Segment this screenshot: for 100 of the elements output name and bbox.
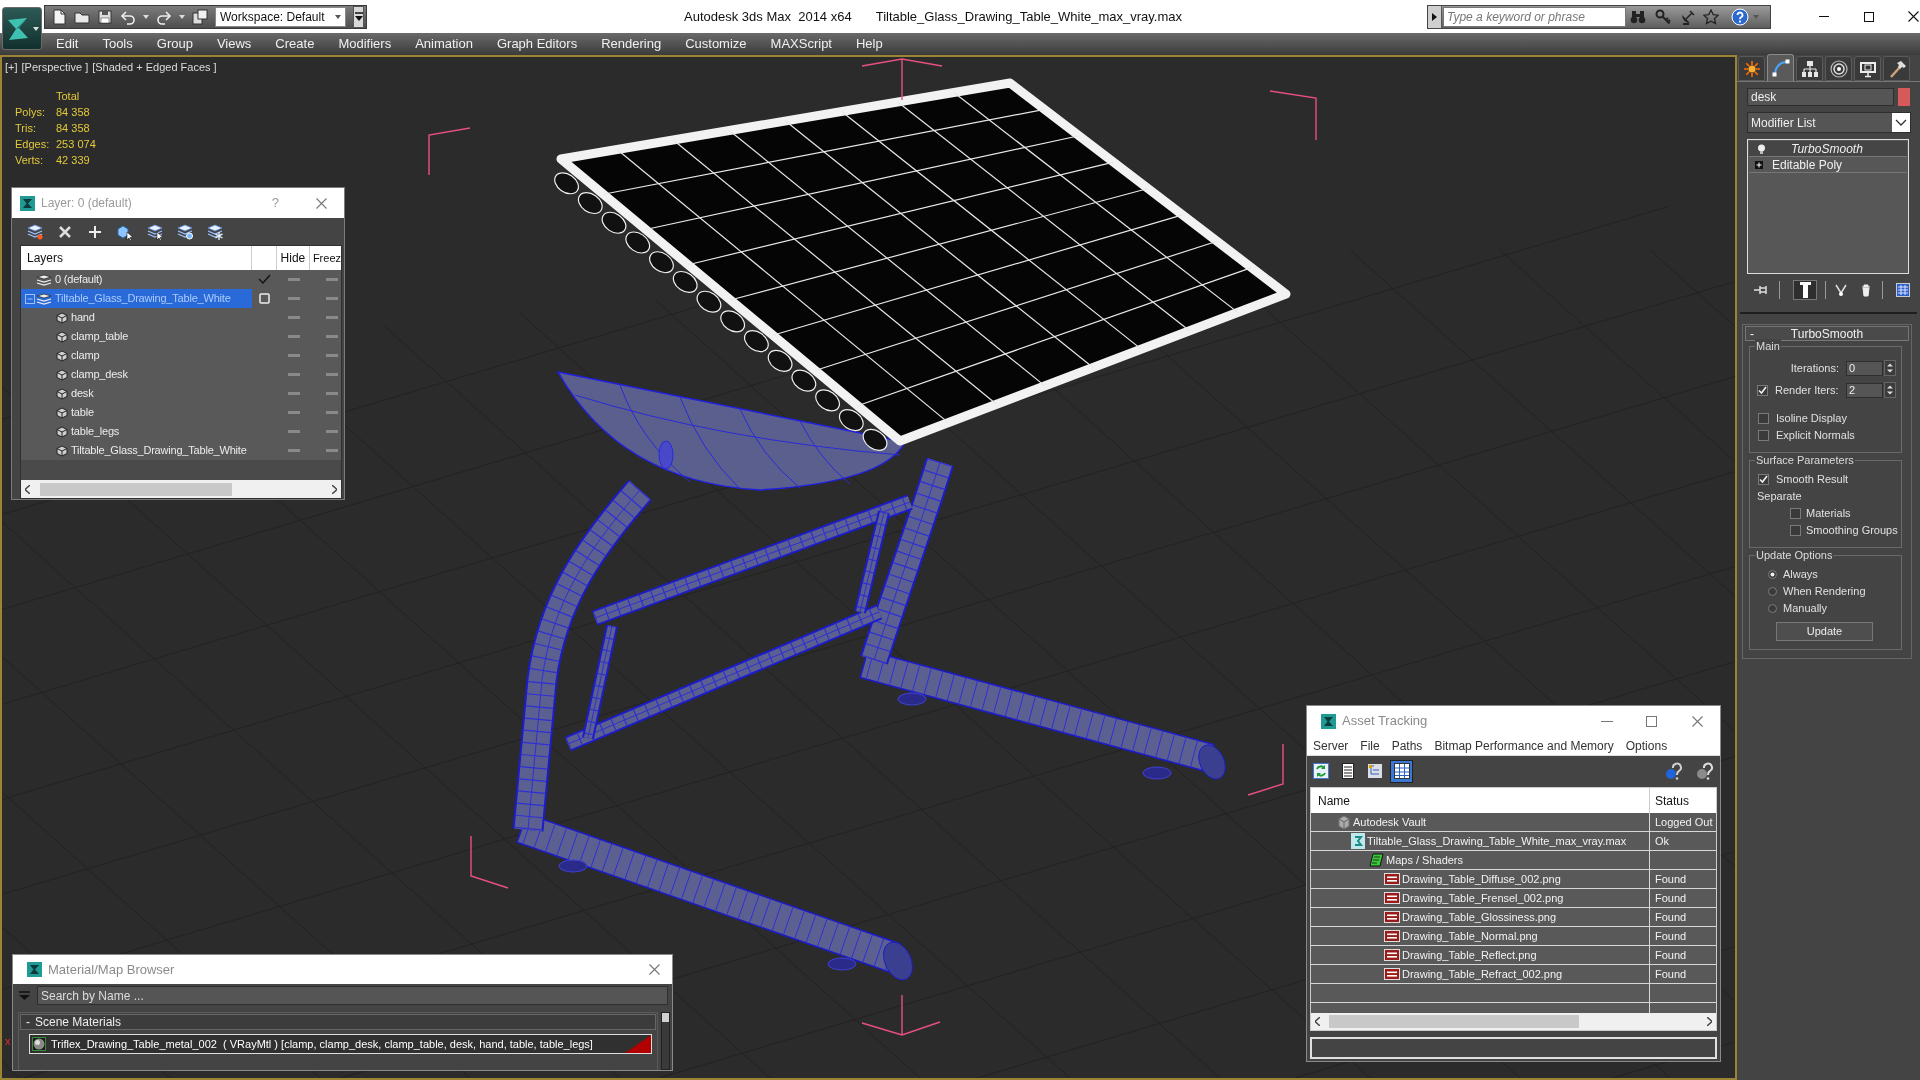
layer-cursor-icon[interactable] (147, 223, 163, 240)
dropdown-arrow-icon[interactable] (354, 12, 363, 21)
asset-item[interactable]: Drawing_Table_Frensel_002.png (1311, 889, 1649, 907)
horizontal-scrollbar[interactable] (21, 480, 341, 498)
configure-icon[interactable] (1896, 283, 1910, 297)
group-header[interactable]: - Scene Materials (20, 1014, 656, 1030)
asset-item[interactable]: Maps / Shaders (1311, 851, 1649, 869)
object-item[interactable]: clamp_desk (21, 365, 252, 384)
rollout-header[interactable]: - TurboSmooth (1745, 326, 1909, 341)
menu-item[interactable]: Bitmap Performance and Memory (1434, 736, 1614, 755)
caret-icon[interactable] (179, 14, 185, 19)
menu-item[interactable]: Tools (90, 34, 145, 54)
menu-item[interactable]: Graph Editors (484, 34, 590, 54)
collapse-icon[interactable] (25, 293, 35, 304)
modifier-list-dropdown[interactable]: Modifier List (1747, 112, 1911, 133)
asset-item[interactable]: Tiltable_Glass_Drawing_Table_White_max_vray.max (1311, 832, 1649, 850)
side-tray[interactable] (557, 371, 906, 491)
menu-item[interactable]: Help (844, 34, 895, 54)
star-icon[interactable] (1703, 8, 1719, 25)
search-field[interactable]: Type a keyword or phrase (1443, 6, 1626, 27)
object-item[interactable]: clamp_table (21, 327, 252, 346)
color-swatch-icon[interactable] (1898, 88, 1910, 106)
horizontal-scrollbar[interactable] (1311, 1013, 1716, 1030)
asset-item[interactable]: Drawing_Table_Glossiness.png (1311, 908, 1649, 926)
checkbox[interactable] (1758, 413, 1769, 424)
viewport-label[interactable]: [Perspective ] (21, 59, 89, 76)
material-item[interactable]: Triflex_Drawing_Table_metal_002 ( VRayMtl ) [clamp, clamp_desk, clamp_table, desk, hand, table, table_legs] (29, 1034, 652, 1054)
plus-icon[interactable] (87, 223, 103, 240)
layer-item[interactable]: 0 (default) (21, 270, 252, 289)
satellite-dish-icon[interactable] (1680, 8, 1696, 25)
checkbox[interactable] (1758, 474, 1769, 485)
radio-button[interactable] (1768, 570, 1777, 579)
spinner-arrows-icon[interactable] (1884, 382, 1896, 398)
toolbar-options-button[interactable] (353, 5, 364, 28)
app-menu-button[interactable] (2, 7, 42, 50)
object-item[interactable]: hand (21, 308, 252, 327)
menu-item[interactable]: Server (1313, 736, 1349, 755)
scroll-right-icon[interactable] (332, 484, 337, 494)
checkbox[interactable] (1790, 525, 1801, 536)
menu-item[interactable]: Rendering (589, 34, 674, 54)
help-icon[interactable] (1665, 762, 1683, 780)
redo-icon[interactable] (156, 8, 172, 25)
asset-item[interactable]: Drawing_Table_Refract_002.png (1311, 965, 1649, 983)
minimize-icon[interactable] (1601, 720, 1613, 722)
menu-item[interactable]: Modifiers (326, 34, 404, 54)
object-item[interactable]: table (21, 403, 252, 422)
spinner-field[interactable]: 2 (1846, 382, 1883, 398)
layer-bulb-icon[interactable] (177, 223, 193, 240)
pen-tray[interactable] (554, 172, 888, 451)
layer-snowflake-icon[interactable] (207, 223, 223, 240)
asset-item[interactable]: Drawing_Table_Normal.png (1311, 927, 1649, 945)
scroll-right-icon[interactable] (1707, 1017, 1712, 1026)
caret-icon[interactable] (143, 14, 149, 19)
caret-icon[interactable] (33, 26, 39, 31)
scrollbar-thumb[interactable] (40, 482, 232, 496)
fork-icon[interactable] (1835, 283, 1847, 297)
scroll-left-icon[interactable] (25, 484, 30, 494)
help-icon[interactable] (1731, 7, 1749, 26)
checkbox[interactable] (1790, 508, 1801, 519)
menu-item[interactable]: Options (1625, 736, 1668, 755)
radio-button[interactable] (1768, 604, 1777, 613)
curve-icon[interactable] (1771, 59, 1790, 77)
scrollbar-thumb[interactable] (662, 1013, 669, 1022)
maximize-icon[interactable] (1864, 11, 1874, 22)
viewport-label[interactable]: [Shaded + Edged Faces ] (92, 59, 217, 76)
spinner-field[interactable]: 0 (1846, 360, 1883, 376)
viewport-label[interactable]: [+] (5, 59, 18, 76)
windows-stack-icon[interactable] (192, 8, 208, 25)
search-field[interactable]: Search by Name ... (37, 986, 668, 1005)
menu-item[interactable]: Edit (44, 34, 91, 54)
new-file-icon[interactable] (51, 8, 67, 25)
stack-item[interactable]: TurboSmooth (1749, 141, 1907, 157)
chevron-down-icon[interactable] (1892, 113, 1910, 132)
object-item[interactable]: clamp (21, 346, 252, 365)
object-item[interactable]: table_legs (21, 422, 252, 441)
radio-button[interactable] (1768, 587, 1777, 596)
scrollbar-thumb[interactable] (1329, 1015, 1579, 1028)
help-icon[interactable] (1696, 762, 1714, 780)
checkbox-icon[interactable] (259, 293, 270, 304)
vertical-scrollbar[interactable] (661, 1012, 670, 1070)
checkmark-icon[interactable] (258, 274, 271, 285)
table-leg[interactable] (512, 479, 913, 981)
menu-item[interactable]: Customize (673, 34, 759, 54)
close-icon[interactable] (1908, 11, 1919, 22)
object-item[interactable]: desk (21, 384, 252, 403)
undo-icon[interactable] (120, 8, 136, 25)
search-expand-button[interactable] (1428, 5, 1442, 28)
expand-icon[interactable] (1755, 160, 1763, 169)
menu-item[interactable]: File (1360, 736, 1380, 755)
glass-tabletop[interactable] (556, 78, 1291, 446)
trash-icon[interactable] (1861, 283, 1871, 297)
asset-item[interactable]: Drawing_Table_Diffuse_002.png (1311, 870, 1649, 888)
menu-item[interactable]: Create (263, 34, 327, 54)
menu-item[interactable]: Paths (1391, 736, 1423, 755)
key-icon[interactable] (1655, 8, 1671, 25)
caret-icon[interactable] (335, 14, 341, 19)
menu-item[interactable]: MAXScript (758, 34, 844, 54)
lightbulb-icon[interactable] (1757, 143, 1766, 154)
checkbox[interactable] (1758, 430, 1769, 441)
menu-item[interactable]: Group (144, 34, 205, 54)
